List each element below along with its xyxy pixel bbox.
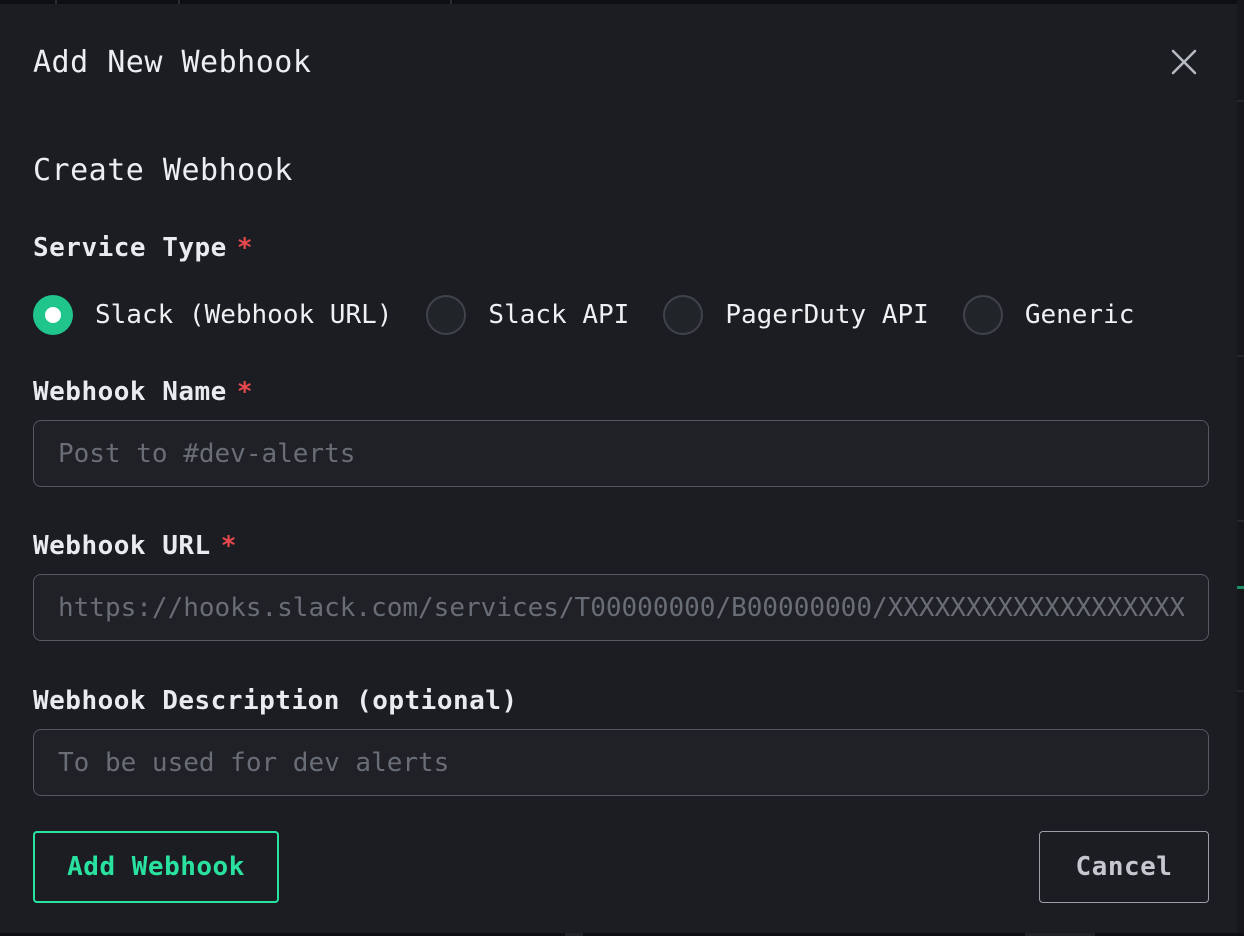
add-webhook-button[interactable]: Add Webhook [33,831,279,903]
service-type-label-text: Service Type [33,233,227,263]
close-button[interactable] [1167,45,1201,79]
webhook-url-label: Webhook URL * [33,531,1209,561]
radio-option-slack-api[interactable]: Slack API [426,295,629,335]
background-row-divider [1237,690,1244,692]
cancel-button[interactable]: Cancel [1039,831,1209,903]
webhook-description-label: Webhook Description (optional) [33,686,1209,716]
required-asterisk: * [221,531,237,561]
webhook-url-label-text: Webhook URL [33,531,211,561]
webhook-name-input[interactable] [33,420,1209,487]
webhook-description-input[interactable] [33,729,1209,796]
radio-option-label: Slack API [488,300,629,330]
webhook-description-label-text: Webhook Description (optional) [33,686,518,716]
webhook-url-input[interactable] [33,574,1209,641]
modal-footer: Add Webhook Cancel [33,831,1209,903]
webhook-name-label: Webhook Name * [33,377,1209,407]
radio-option-slack-webhook-url[interactable]: Slack (Webhook URL) [33,295,392,335]
radio-unselected-icon[interactable] [663,295,703,335]
radio-option-label: Generic [1025,300,1135,330]
background-row-divider [1237,355,1244,357]
radio-option-label: PagerDuty API [725,300,929,330]
radio-unselected-icon[interactable] [426,295,466,335]
close-icon [1169,47,1199,77]
radio-selected-icon[interactable] [33,295,73,335]
radio-option-pagerduty-api[interactable]: PagerDuty API [663,295,929,335]
modal-header: Add New Webhook [33,45,1209,80]
required-asterisk: * [237,233,253,263]
background-green-indicator [1237,586,1244,589]
webhook-name-label-text: Webhook Name [33,377,227,407]
background-page-edge-right [1237,0,1244,936]
service-type-label: Service Type * [33,233,1209,263]
add-webhook-modal: Add New Webhook Create Webhook Service T… [0,4,1237,933]
required-asterisk: * [237,377,253,407]
modal-title: Add New Webhook [33,45,1209,80]
radio-dot [45,307,61,323]
radio-option-label: Slack (Webhook URL) [95,300,392,330]
radio-option-generic[interactable]: Generic [963,295,1135,335]
service-type-radio-group: Slack (Webhook URL) Slack API PagerDuty … [33,295,1209,335]
background-row-divider [1237,100,1244,102]
background-row-divider [1237,520,1244,522]
radio-unselected-icon[interactable] [963,295,1003,335]
create-webhook-heading: Create Webhook [33,153,1209,188]
